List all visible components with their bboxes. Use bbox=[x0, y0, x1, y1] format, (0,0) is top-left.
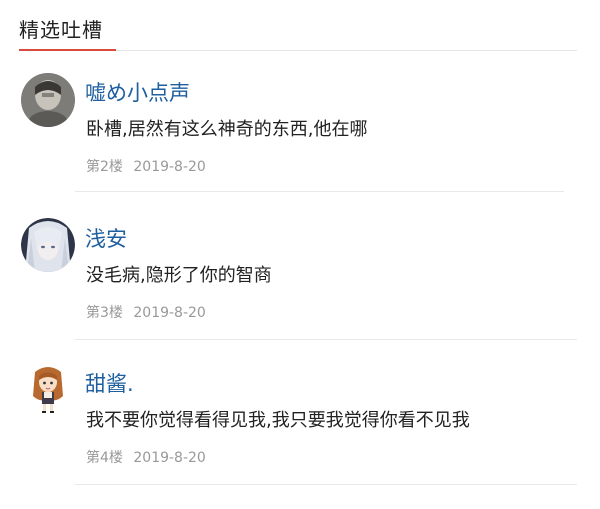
comment-text: 卧槽,居然有这么神奇的东西,他在哪 bbox=[86, 119, 368, 140]
comment-date: 2019-8-20 bbox=[133, 450, 206, 466]
section-title: 精选吐槽 bbox=[19, 18, 103, 42]
section-header: 精选吐槽 bbox=[0, 0, 600, 52]
comment-username[interactable]: 嘘め小点声 bbox=[85, 80, 190, 106]
comment-date: 2019-8-20 bbox=[133, 305, 206, 321]
comment-floor: 第2楼 bbox=[86, 159, 123, 175]
comment-username[interactable]: 浅安 bbox=[85, 226, 127, 252]
comment-meta: 第4楼 2019-8-20 bbox=[86, 449, 206, 467]
avatar-anime-silver-hair-icon[interactable] bbox=[21, 218, 75, 272]
comment-username[interactable]: 甜酱. bbox=[85, 371, 134, 397]
comment-text: 我不要你觉得看得见我,我只要我觉得你看不见我 bbox=[86, 410, 470, 431]
comment-divider bbox=[75, 484, 577, 485]
comment-floor: 第4楼 bbox=[86, 450, 123, 466]
comment-floor: 第3楼 bbox=[86, 305, 123, 321]
section-title-underline bbox=[19, 49, 116, 51]
comment-meta: 第3楼 2019-8-20 bbox=[86, 304, 206, 322]
avatar-dark-portrait-icon[interactable] bbox=[21, 73, 75, 127]
comment-date: 2019-8-20 bbox=[133, 159, 206, 175]
comment-text: 没毛病,隐形了你的智商 bbox=[86, 265, 272, 286]
comment-divider bbox=[75, 339, 577, 340]
avatar-cartoon-girl-icon[interactable] bbox=[21, 362, 75, 416]
comment-divider bbox=[75, 191, 564, 192]
comment-meta: 第2楼 2019-8-20 bbox=[86, 158, 206, 176]
